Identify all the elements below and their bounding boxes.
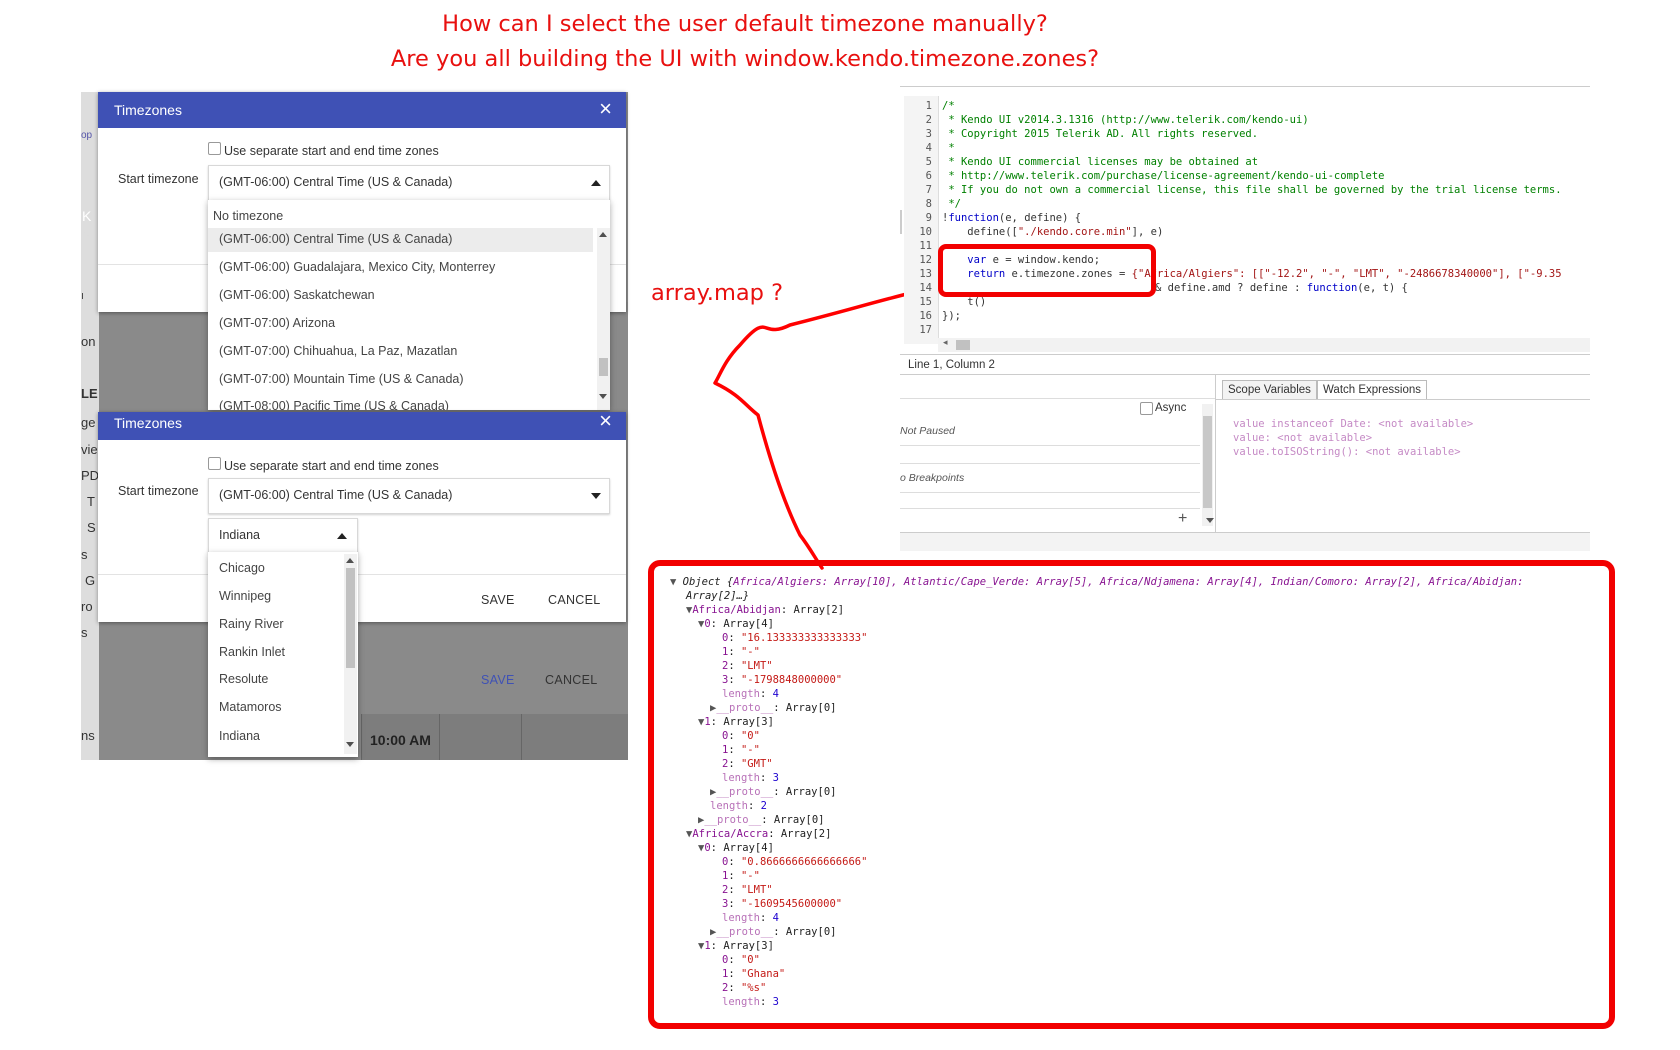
line-number: 8 [925,198,932,210]
cursor-position-status: Line 1, Column 2 [908,359,995,371]
scroll-left-icon[interactable]: ◂ [943,337,948,348]
code-line: t() [942,296,987,308]
code-line: * http://www.telerik.com/purchase/licens… [942,170,1385,182]
code-line: !function(e, define) { [942,212,1082,224]
pane-scrollbar[interactable] [1202,404,1213,526]
divider [900,463,1200,464]
line-number: 10 [919,226,932,238]
line-number: 11 [919,240,932,252]
line-number: 6 [925,170,932,182]
console-highlight-box [648,560,1615,1029]
fold-marker [900,210,902,234]
line-number: 16 [919,310,932,322]
editor-hscrollbar[interactable]: ◂ [938,337,1590,352]
code-line: define(["./kendo.core.min"], e) [942,226,1164,238]
watch-expression: value: <not available> [1233,432,1373,444]
tab-scope-variables[interactable]: Scope Variables [1222,380,1317,400]
tab-watch-expressions[interactable]: Watch Expressions [1317,380,1427,400]
divider [1215,399,1590,400]
line-number: 3 [925,128,932,140]
code-line: }); [942,310,961,322]
code-line: * [942,142,955,154]
watch-expression: value instanceof Date: <not available> [1233,418,1474,430]
scroll-thumb[interactable] [1203,416,1212,508]
code-line: */ [942,198,961,210]
line-number: 7 [925,184,932,196]
not-paused-text: Not Paused [900,425,955,437]
line-number: 9 [925,212,932,224]
async-label: Async [1155,402,1187,414]
line-number: 13 [919,268,932,280]
code-line: * Kendo UI commercial licenses may be ob… [942,156,1259,168]
line-number: 2 [925,114,932,126]
code-highlight-box [938,244,1156,297]
async-checkbox[interactable] [1140,402,1153,415]
scroll-thumb[interactable] [956,340,970,350]
line-number: 12 [919,254,932,266]
code-line: * Kendo UI v2014.3.1316 (http://www.tele… [942,114,1309,126]
line-number: 17 [919,324,932,336]
line-number: 15 [919,296,932,308]
add-icon[interactable]: + [1178,510,1187,528]
code-line: * If you do not own a commercial license… [942,184,1562,196]
breakpoints-text: o Breakpoints [900,472,965,484]
code-line: & define.amd ? define : function(e, t) { [1155,282,1408,294]
line-number: 4 [925,142,932,154]
watch-expression: value.toISOString(): <not available> [1233,446,1461,458]
devtools-bottom-bar [900,532,1590,551]
divider [900,398,1215,399]
editor-tabs-edge [900,86,1590,92]
divider [900,445,1200,446]
divider [900,354,1590,355]
divider [900,492,1200,493]
line-number: 14 [919,282,932,294]
line-number: 5 [925,156,932,168]
divider [900,508,1200,509]
scroll-down-icon[interactable] [1206,518,1214,523]
code-line: * Copyright 2015 Telerik AD. All rights … [942,128,1259,140]
pane-divider [1215,375,1216,550]
line-number: 1 [925,100,932,112]
code-line: /* [942,100,955,112]
